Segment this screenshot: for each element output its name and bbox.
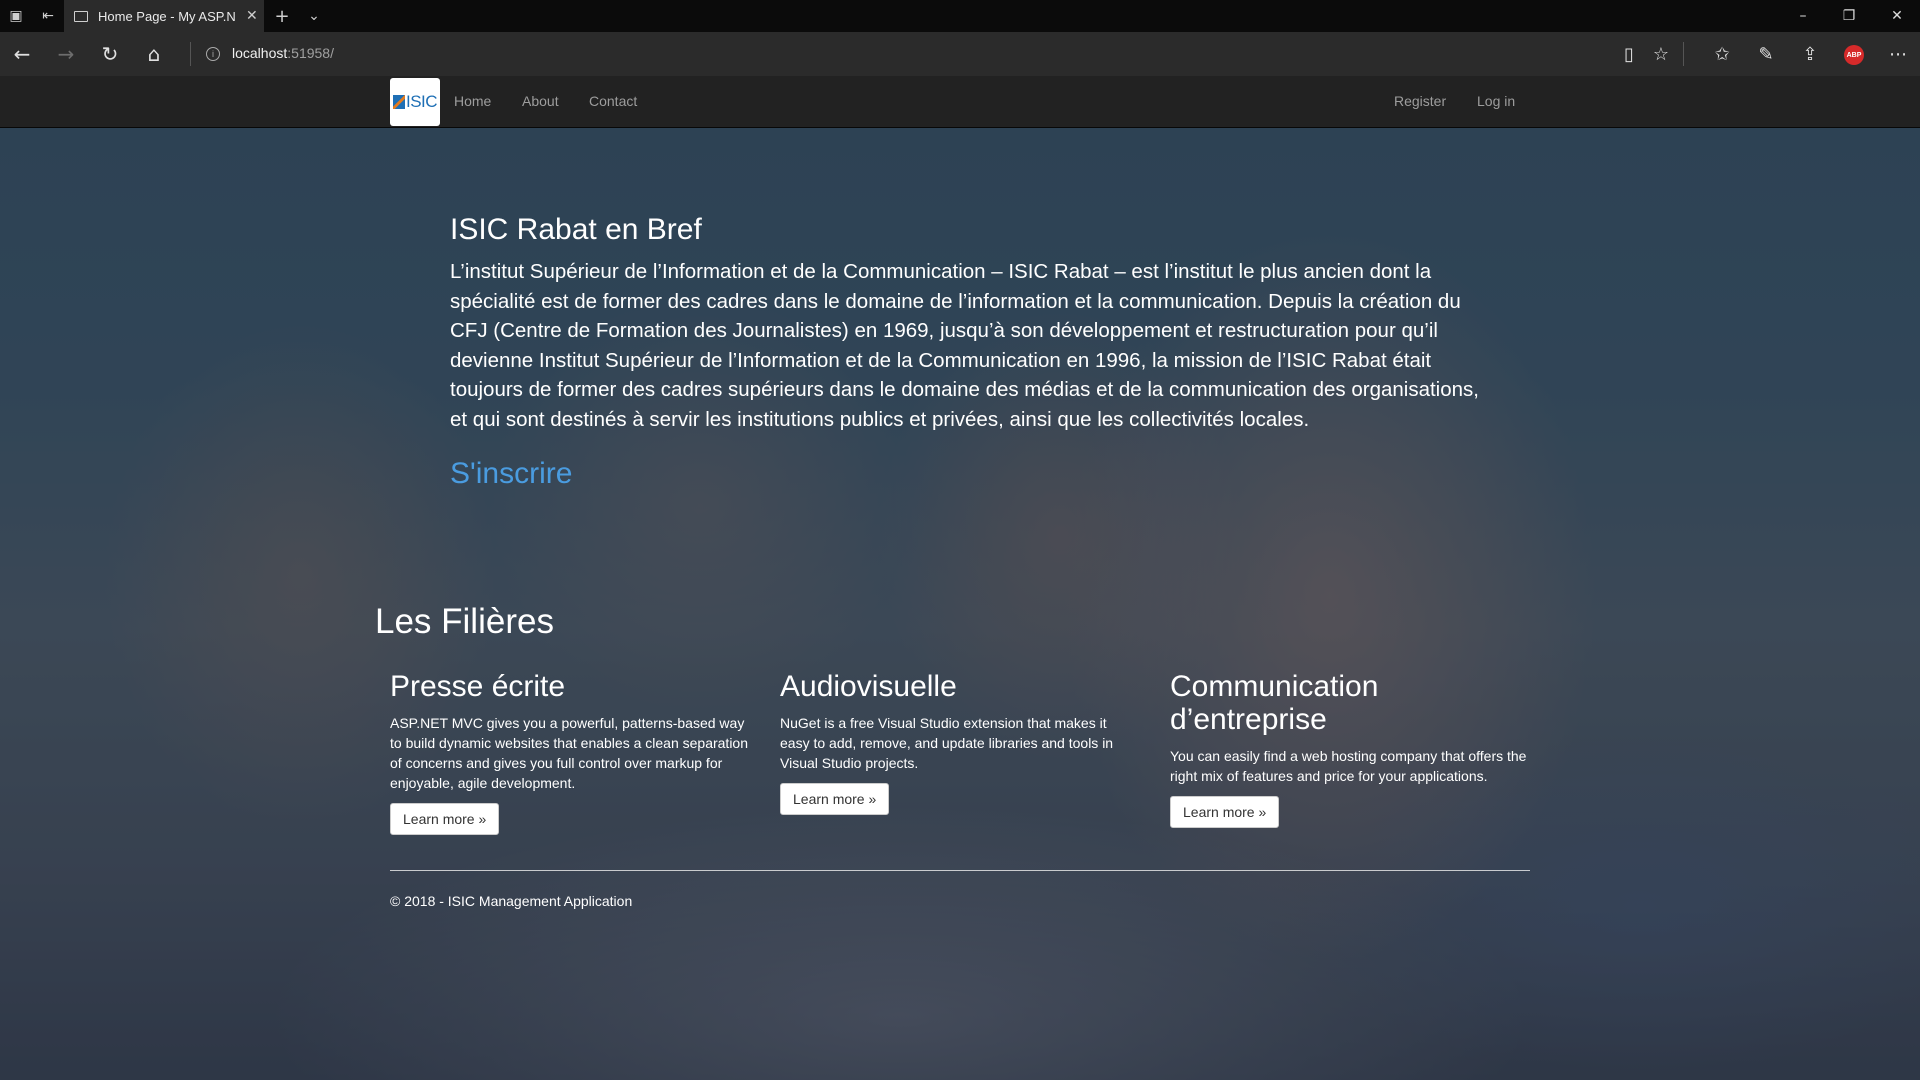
site-logo[interactable]: ISIC xyxy=(390,78,440,126)
favorites-hub-icon[interactable]: ✩ xyxy=(1709,42,1735,66)
refresh-icon[interactable]: ↻ xyxy=(97,42,123,66)
jumbotron-title: ISIC Rabat en Bref xyxy=(450,213,702,246)
filiere-title: Communication d’entreprise xyxy=(1170,670,1379,736)
reading-view-icon[interactable]: ▯ xyxy=(1616,42,1642,66)
filiere-title: Audiovisuelle xyxy=(780,670,957,703)
web-page: ISIC Home About Contact Register Log in … xyxy=(0,76,1920,1080)
logo-mark-icon xyxy=(392,95,405,109)
filiere-card: Communication d’entreprise You can easil… xyxy=(1170,670,1530,828)
browser-tab-bar: ▣ ⇤ Home Page - My ASP.N ✕ + ⌄ – ❐ ✕ xyxy=(0,0,1920,32)
forward-icon[interactable]: → xyxy=(53,42,79,66)
window-close-icon[interactable]: ✕ xyxy=(1874,0,1920,32)
url-host: localhost xyxy=(232,45,288,61)
browser-tab-active[interactable]: Home Page - My ASP.N ✕ xyxy=(64,0,264,32)
page-content: ISIC Rabat en Bref L’institut Supérieur … xyxy=(0,76,1920,1080)
section-title: Les Filières xyxy=(375,602,554,641)
filiere-card: Presse écrite ASP.NET MVC gives you a po… xyxy=(390,670,758,835)
new-tab-icon[interactable]: + xyxy=(272,6,292,27)
close-tab-icon[interactable]: ✕ xyxy=(246,8,258,24)
learn-more-button[interactable]: Learn more » xyxy=(1170,796,1280,828)
learn-more-button[interactable]: Learn more » xyxy=(390,803,500,835)
set-aside-tabs-icon[interactable]: ⇤ xyxy=(38,6,58,26)
filiere-card: Audiovisuelle NuGet is a free Visual Stu… xyxy=(780,670,1126,815)
site-navbar: ISIC Home About Contact Register Log in xyxy=(0,76,1920,128)
home-icon[interactable]: ⌂ xyxy=(141,42,167,66)
nav-home[interactable]: Home xyxy=(454,93,491,109)
footer-text: © 2018 - ISIC Management Application xyxy=(390,893,633,909)
nav-contact[interactable]: Contact xyxy=(589,93,637,109)
signup-link[interactable]: S'inscrire xyxy=(450,457,572,491)
filiere-text: NuGet is a free Visual Studio extension … xyxy=(780,715,1114,771)
share-icon[interactable]: ⇪ xyxy=(1797,42,1823,66)
logo-text: ISIC xyxy=(405,92,438,111)
info-icon[interactable]: i xyxy=(206,47,220,61)
adblock-plus-icon[interactable]: ABP xyxy=(1844,45,1864,65)
more-menu-icon[interactable]: ⋯ xyxy=(1885,42,1911,66)
url-field[interactable]: localhost:51958/ xyxy=(232,45,334,61)
url-port-path: :51958/ xyxy=(287,45,334,61)
divider xyxy=(1683,42,1684,66)
tab-actions-icon[interactable]: ▣ xyxy=(6,6,26,26)
learn-more-button[interactable]: Learn more » xyxy=(780,783,890,815)
page-icon xyxy=(74,10,88,22)
tab-title: Home Page - My ASP.N xyxy=(98,8,236,24)
filiere-text: ASP.NET MVC gives you a powerful, patter… xyxy=(390,715,748,791)
minimize-icon[interactable]: – xyxy=(1780,0,1826,32)
nav-login[interactable]: Log in xyxy=(1477,93,1515,109)
restore-icon[interactable]: ❐ xyxy=(1826,0,1872,32)
web-note-pen-icon[interactable]: ✎ xyxy=(1753,42,1779,66)
footer-divider xyxy=(390,870,1530,871)
favorite-star-icon[interactable]: ☆ xyxy=(1648,42,1674,66)
jumbotron-text: L’institut Supérieur de l’Information et… xyxy=(450,260,1479,431)
nav-about[interactable]: About xyxy=(522,93,559,109)
tab-preview-chevron-icon[interactable]: ⌄ xyxy=(304,6,324,26)
browser-address-bar: ← → ↻ ⌂ i localhost:51958/ ▯ ☆ ✩ ✎ ⇪ ⋯ xyxy=(0,32,1920,76)
filiere-text: You can easily find a web hosting compan… xyxy=(1170,748,1527,784)
back-icon[interactable]: ← xyxy=(9,42,35,66)
nav-register[interactable]: Register xyxy=(1394,93,1446,109)
filiere-title: Presse écrite xyxy=(390,670,566,703)
divider xyxy=(190,42,191,66)
